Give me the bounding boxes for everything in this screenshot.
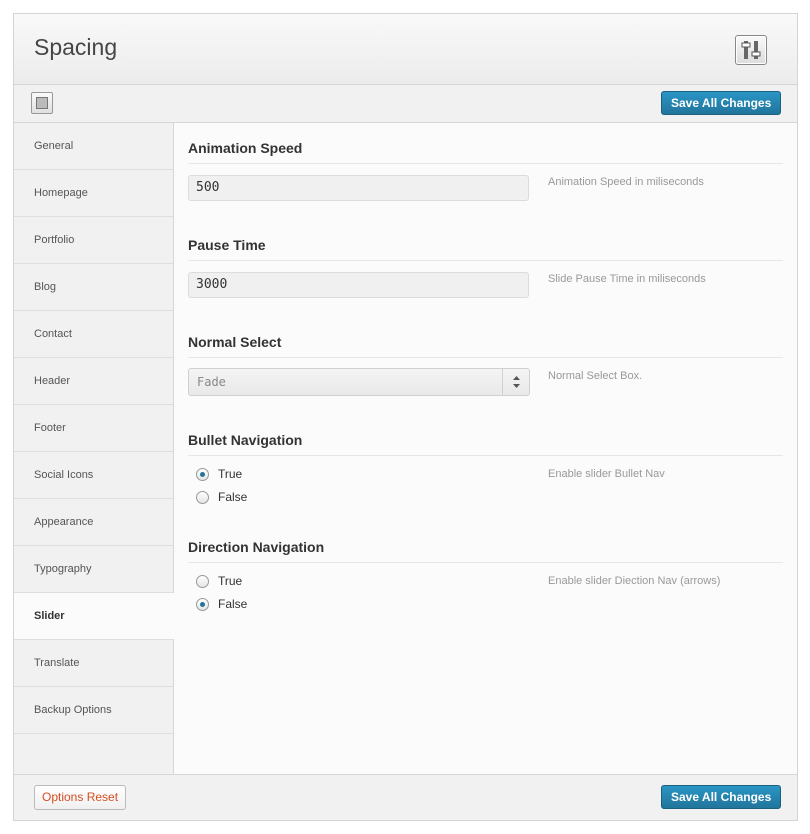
normal-select-help: Normal Select Box. bbox=[548, 370, 643, 382]
direction-navigation-title: Direction Navigation bbox=[188, 539, 325, 555]
sidebar-item-general[interactable]: General bbox=[14, 123, 173, 170]
normal-select-value: Fade bbox=[197, 375, 226, 389]
options-reset-button[interactable]: Options Reset bbox=[34, 785, 127, 810]
radio-unchecked-icon[interactable] bbox=[196, 575, 209, 588]
animation-speed-help: Animation Speed in miliseconds bbox=[548, 176, 704, 188]
radio-label: False bbox=[218, 597, 248, 611]
section-divider bbox=[188, 562, 783, 563]
pause-time-help: Slide Pause Time in miliseconds bbox=[548, 273, 706, 285]
radio-checked-icon[interactable] bbox=[196, 468, 209, 481]
bullet-navigation-help: Enable slider Bullet Nav bbox=[548, 468, 665, 480]
direction-navigation-help: Enable slider Diection Nav (arrows) bbox=[548, 575, 721, 587]
sidebar-item-social-icons[interactable]: Social Icons bbox=[14, 452, 173, 499]
expand-toggle-icon[interactable] bbox=[31, 92, 53, 114]
sidebar-item-header[interactable]: Header bbox=[14, 358, 173, 405]
options-panel: Spacing Save All Changes General Homepag… bbox=[13, 13, 798, 821]
section-divider bbox=[188, 455, 783, 456]
sidebar-item-contact[interactable]: Contact bbox=[14, 311, 173, 358]
radio-unchecked-icon[interactable] bbox=[196, 491, 209, 504]
normal-select-title: Normal Select bbox=[188, 334, 282, 350]
radio-label: True bbox=[218, 574, 243, 588]
sidebar-nav: General Homepage Portfolio Blog Contact … bbox=[14, 123, 175, 774]
panel-header: Spacing bbox=[14, 14, 797, 85]
save-all-changes-button-bottom[interactable]: Save All Changes bbox=[661, 785, 782, 809]
radio-label: False bbox=[218, 490, 248, 504]
section-divider bbox=[188, 260, 783, 261]
panel-footer: Options Reset Save All Changes bbox=[14, 774, 797, 820]
sliders-icon bbox=[735, 35, 767, 65]
bullet-navigation-title: Bullet Navigation bbox=[188, 432, 303, 448]
sidebar-item-typography[interactable]: Typography bbox=[14, 546, 173, 593]
sidebar-item-translate[interactable]: Translate bbox=[14, 640, 173, 687]
top-toolbar: Save All Changes bbox=[14, 85, 797, 123]
animation-speed-title: Animation Speed bbox=[188, 140, 303, 156]
sidebar-item-homepage[interactable]: Homepage bbox=[14, 170, 173, 217]
sidebar-item-appearance[interactable]: Appearance bbox=[14, 499, 173, 546]
radio-checked-icon[interactable] bbox=[196, 598, 209, 611]
section-divider bbox=[188, 163, 783, 164]
up-down-arrows-icon bbox=[502, 369, 529, 395]
normal-select-dropdown[interactable]: Fade bbox=[188, 368, 530, 396]
sidebar-item-blog[interactable]: Blog bbox=[14, 264, 173, 311]
save-all-changes-button-top[interactable]: Save All Changes bbox=[661, 91, 782, 115]
section-divider bbox=[188, 357, 783, 358]
settings-content: Animation Speed 500 Animation Speed in m… bbox=[174, 123, 797, 774]
page-title: Spacing bbox=[34, 34, 118, 60]
sidebar-item-portfolio[interactable]: Portfolio bbox=[14, 217, 173, 264]
sidebar-item-slider[interactable]: Slider bbox=[14, 593, 175, 640]
animation-speed-input[interactable]: 500 bbox=[188, 175, 529, 201]
sidebar-item-footer[interactable]: Footer bbox=[14, 405, 173, 452]
pause-time-title: Pause Time bbox=[188, 237, 266, 253]
pause-time-input[interactable]: 3000 bbox=[188, 272, 529, 298]
radio-label: True bbox=[218, 467, 243, 481]
sidebar-item-backup-options[interactable]: Backup Options bbox=[14, 687, 173, 734]
